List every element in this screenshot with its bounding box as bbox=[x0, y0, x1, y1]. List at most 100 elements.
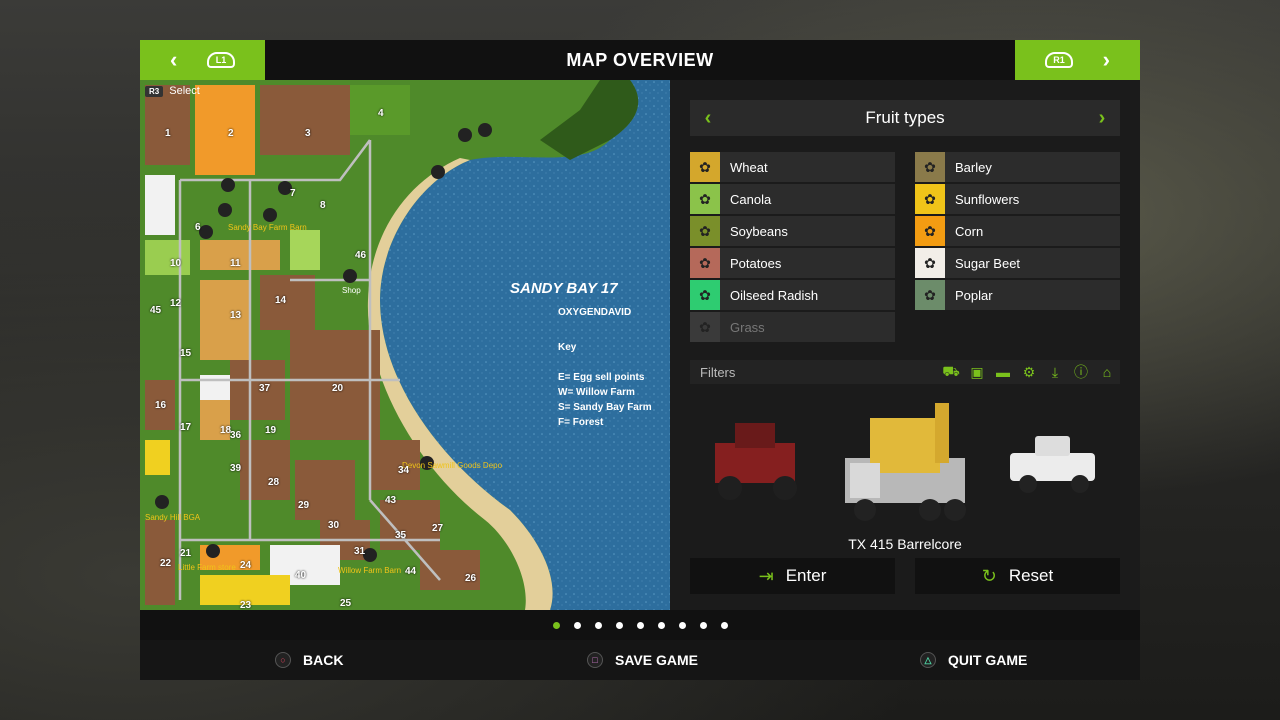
field-number: 14 bbox=[275, 295, 287, 306]
place-label: Devon Sawmill Goods Depo bbox=[402, 461, 503, 470]
field-number: 29 bbox=[298, 500, 310, 511]
chevron-left-icon: ‹ bbox=[170, 47, 178, 72]
vehicle-name: TX 415 Barrelcore bbox=[848, 536, 962, 552]
place-label: Little Farm store bbox=[178, 563, 236, 572]
quit-game-label: QUIT GAME bbox=[948, 652, 1028, 668]
fruit-item[interactable]: ✿ Grass bbox=[690, 312, 895, 342]
vehicle-right bbox=[1010, 436, 1095, 493]
map-view[interactable]: SANDY BAY 17 OXYGENDAVID Key E= Egg sell… bbox=[140, 80, 670, 610]
field-number: 43 bbox=[385, 495, 397, 506]
field-number: 11 bbox=[230, 258, 241, 269]
page-dot[interactable] bbox=[636, 621, 644, 629]
tractor-filter-icon[interactable]: ⛟ bbox=[940, 361, 962, 383]
home-filter-icon[interactable]: ⌂ bbox=[1096, 361, 1118, 383]
page-dot[interactable] bbox=[552, 621, 560, 629]
field-number: 2 bbox=[228, 128, 234, 139]
page-indicator bbox=[140, 610, 1140, 640]
download-filter-icon[interactable]: ⤓ bbox=[1044, 361, 1066, 383]
footer-bar: ○ BACK □ SAVE GAME △ QUIT GAME bbox=[140, 640, 1140, 680]
fruit-item[interactable]: ✿ Corn bbox=[915, 216, 1120, 246]
field-number: 3 bbox=[305, 128, 311, 139]
page-dot[interactable] bbox=[573, 621, 581, 629]
next-page-button[interactable]: R1 › bbox=[1015, 40, 1140, 80]
fruit-label: Wheat bbox=[730, 159, 768, 175]
field-number: 17 bbox=[180, 422, 192, 433]
field-number: 21 bbox=[180, 548, 192, 559]
save-game-button[interactable]: □ SAVE GAME bbox=[587, 640, 698, 680]
field-number: 10 bbox=[170, 258, 182, 269]
fruit-swatch-icon: ✿ bbox=[690, 152, 720, 182]
fruit-label: Poplar bbox=[955, 287, 993, 303]
harvester-filter-icon[interactable]: ▣ bbox=[966, 361, 988, 383]
page-title: MAP OVERVIEW bbox=[566, 49, 714, 70]
fruit-item[interactable]: ✿ Canola bbox=[690, 184, 895, 214]
fruit-item[interactable]: ✿ Oilseed Radish bbox=[690, 280, 895, 310]
page-dot[interactable] bbox=[657, 621, 665, 629]
page-dot[interactable] bbox=[720, 621, 728, 629]
fruit-label: Canola bbox=[730, 191, 772, 207]
page-dot[interactable] bbox=[678, 621, 686, 629]
fruit-item[interactable]: ✿ Barley bbox=[915, 152, 1120, 182]
fruit-item[interactable]: ✿ Soybeans bbox=[690, 216, 895, 246]
triangle-button-icon: △ bbox=[920, 652, 936, 668]
quit-game-button[interactable]: △ QUIT GAME bbox=[920, 640, 1027, 680]
enter-icon: ⇥ bbox=[758, 565, 774, 586]
place-label: Sandy Bay Farm Barn bbox=[228, 223, 307, 232]
filters-label: Filters bbox=[700, 364, 736, 380]
reset-button[interactable]: ↻ Reset bbox=[915, 558, 1120, 594]
fruit-swatch-icon: ✿ bbox=[915, 216, 945, 246]
back-label: BACK bbox=[303, 652, 344, 668]
fruit-label: Corn bbox=[955, 223, 984, 239]
r3-button-icon: R3 bbox=[145, 85, 164, 97]
back-button[interactable]: ○ BACK bbox=[275, 640, 343, 680]
field-number: 36 bbox=[230, 430, 242, 441]
page-dot[interactable] bbox=[699, 621, 707, 629]
vehicle-carousel[interactable] bbox=[690, 398, 1120, 528]
map-key-title: Key bbox=[558, 342, 577, 353]
vehicle-left bbox=[715, 423, 797, 500]
field-number: 24 bbox=[240, 560, 252, 571]
enter-button[interactable]: ⇥ Enter bbox=[690, 558, 895, 594]
field-number: 6 bbox=[195, 222, 201, 233]
square-button-icon: □ bbox=[587, 652, 603, 668]
filters-bar: Filters ⛟ ▣ ▬ ⚙ ⤓ ⓘ ⌂ bbox=[690, 360, 1120, 384]
field-number: 1 bbox=[165, 128, 171, 139]
fruit-item[interactable]: ✿ Potatoes bbox=[690, 248, 895, 278]
chevron-left-icon[interactable]: ‹ bbox=[690, 100, 726, 136]
tool-filter-icon[interactable]: ⚙ bbox=[1018, 361, 1040, 383]
chevron-right-icon: › bbox=[1102, 47, 1110, 72]
field-number: 4 bbox=[378, 108, 384, 119]
place-label: Willow Farm Barn bbox=[338, 566, 401, 575]
fruit-label: Grass bbox=[730, 319, 765, 335]
select-hint: R3 Select bbox=[145, 85, 200, 97]
chevron-right-icon[interactable]: › bbox=[1084, 100, 1120, 136]
fruit-item[interactable]: ✿ Wheat bbox=[690, 152, 895, 182]
map-title: SANDY BAY 17 bbox=[510, 280, 618, 297]
fruit-swatch-icon: ✿ bbox=[690, 312, 720, 342]
warning-filter-icon[interactable]: ⓘ bbox=[1070, 361, 1092, 383]
prev-page-button[interactable]: ‹ L1 bbox=[140, 40, 265, 80]
fruit-label: Sunflowers bbox=[955, 191, 1020, 207]
fruit-label: Sugar Beet bbox=[955, 255, 1021, 271]
fruit-item[interactable]: ✿ Sugar Beet bbox=[915, 248, 1120, 278]
fruit-label: Potatoes bbox=[730, 255, 782, 271]
field-number: 13 bbox=[230, 310, 242, 321]
page-dot[interactable] bbox=[615, 621, 623, 629]
trailer-filter-icon[interactable]: ▬ bbox=[992, 361, 1014, 383]
fruit-types-header: ‹ Fruit types › bbox=[690, 100, 1120, 136]
place-label: Shop bbox=[342, 286, 361, 295]
vehicle-selected bbox=[845, 403, 966, 521]
field-number: 44 bbox=[405, 566, 417, 577]
fruit-swatch-icon: ✿ bbox=[690, 184, 720, 214]
field-number: 45 bbox=[150, 305, 162, 316]
enter-label: Enter bbox=[785, 566, 827, 585]
fruit-item[interactable]: ✿ Poplar bbox=[915, 280, 1120, 310]
map-key-line: W= Willow Farm bbox=[558, 387, 635, 398]
page-dot[interactable] bbox=[594, 621, 602, 629]
reset-label: Reset bbox=[1008, 566, 1054, 585]
fruit-label: Oilseed Radish bbox=[730, 287, 819, 303]
field-number: 31 bbox=[354, 546, 366, 557]
fruit-swatch-icon: ✿ bbox=[915, 184, 945, 214]
fruit-item[interactable]: ✿ Sunflowers bbox=[915, 184, 1120, 214]
circle-button-icon: ○ bbox=[275, 652, 291, 668]
